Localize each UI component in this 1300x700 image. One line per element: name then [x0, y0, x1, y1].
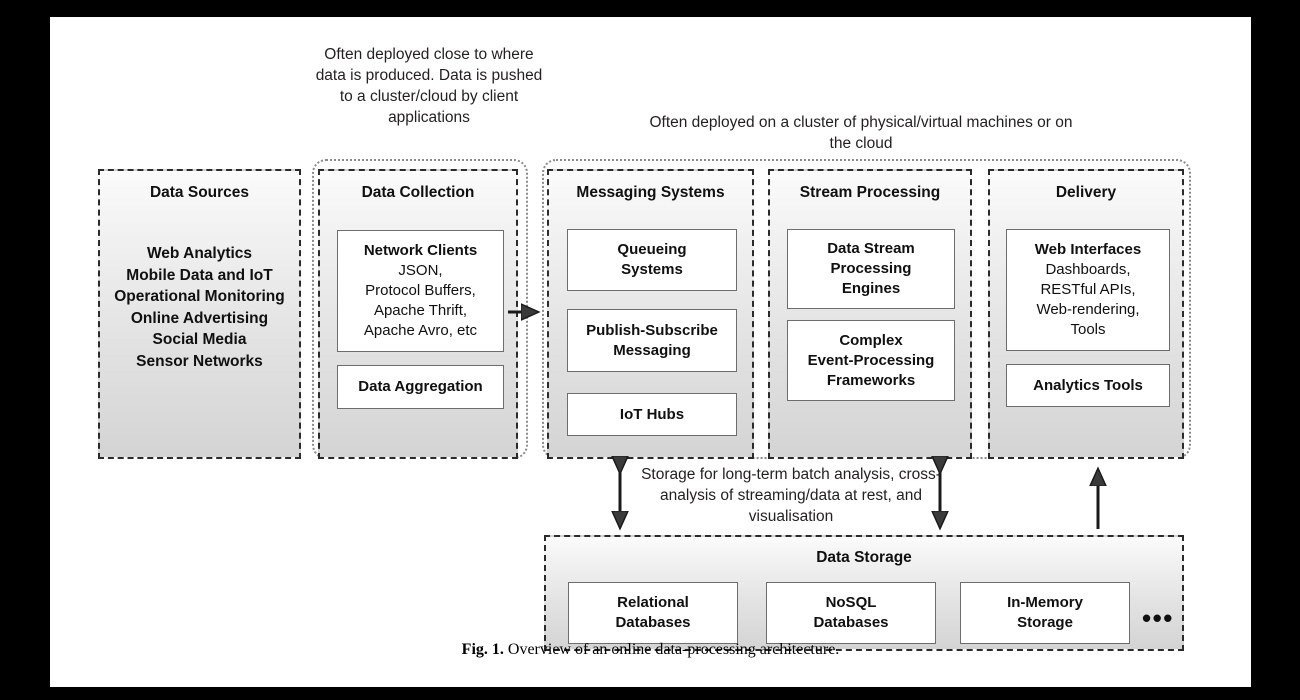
column-title-stream-processing: Stream Processing [799, 184, 941, 201]
panel-data-storage[interactable]: Data Storage Relational Databases NoSQL … [544, 535, 1184, 651]
box-data-aggregation[interactable]: Data Aggregation [337, 365, 504, 409]
box-relational-databases[interactable]: Relational Databases [568, 582, 738, 644]
box-web-interfaces[interactable]: Web Interfaces Dashboards, RESTful APIs,… [1006, 229, 1170, 351]
box-network-clients[interactable]: Network Clients JSON, Protocol Buffers, … [337, 230, 504, 352]
box-complex-event-processing-frameworks[interactable]: Complex Event-Processing Frameworks [787, 320, 955, 401]
box-web-interfaces-header: Web Interfaces [1034, 241, 1142, 258]
box-data-aggregation-label: Data Aggregation [358, 378, 483, 395]
column-title-data-sources: Data Sources [149, 184, 250, 201]
annotation-data-collection: Often deployed close to where data is pr… [315, 46, 543, 126]
box-web-interfaces-body: Dashboards, RESTful APIs, Web-rendering,… [1036, 261, 1140, 338]
box-network-clients-body: JSON, Protocol Buffers, Apache Thrift, A… [363, 262, 478, 339]
box-iot-hubs[interactable]: IoT Hubs [567, 393, 737, 436]
column-title-data-collection: Data Collection [361, 184, 475, 201]
column-data-collection[interactable]: Data Collection Network Clients JSON, Pr… [318, 169, 518, 459]
figure-caption: Fig. 1. Overview of an online data-proce… [50, 641, 1251, 659]
data-sources-list: Web Analytics Mobile Data and IoT Operat… [114, 245, 285, 370]
box-data-stream-processing-engines[interactable]: Data Stream Processing Engines [787, 229, 955, 309]
box-publish-subscribe-messaging[interactable]: Publish-Subscribe Messaging [567, 309, 737, 372]
box-network-clients-header: Network Clients [363, 242, 478, 259]
figure-caption-label: Fig. 1. [461, 641, 508, 658]
box-nosql-databases[interactable]: NoSQL Databases [766, 582, 936, 644]
column-messaging-systems[interactable]: Messaging Systems Queueing Systems Publi… [547, 169, 754, 459]
box-analytics-tools[interactable]: Analytics Tools [1006, 364, 1170, 407]
annotation-cluster-deployment: Often deployed on a cluster of physical/… [649, 114, 1073, 152]
column-delivery[interactable]: Delivery Web Interfaces Dashboards, REST… [988, 169, 1184, 459]
annotation-storage: Storage for long-term batch analysis, cr… [641, 466, 941, 525]
column-title-delivery: Delivery [1055, 184, 1117, 201]
figure-canvas: Often deployed close to where data is pr… [50, 17, 1251, 687]
panel-title-data-storage: Data Storage [816, 549, 912, 566]
column-stream-processing[interactable]: Stream Processing Data Stream Processing… [768, 169, 972, 459]
box-in-memory-storage[interactable]: In-Memory Storage [960, 582, 1130, 644]
figure-caption-text: Overview of an online data-processing ar… [507, 641, 840, 658]
column-data-sources[interactable]: Data Sources Web Analytics Mobile Data a… [98, 169, 301, 459]
box-queueing-systems[interactable]: Queueing Systems [567, 229, 737, 291]
column-title-messaging-systems: Messaging Systems [576, 184, 725, 201]
more-storage-ellipsis: ••• [1142, 603, 1174, 633]
